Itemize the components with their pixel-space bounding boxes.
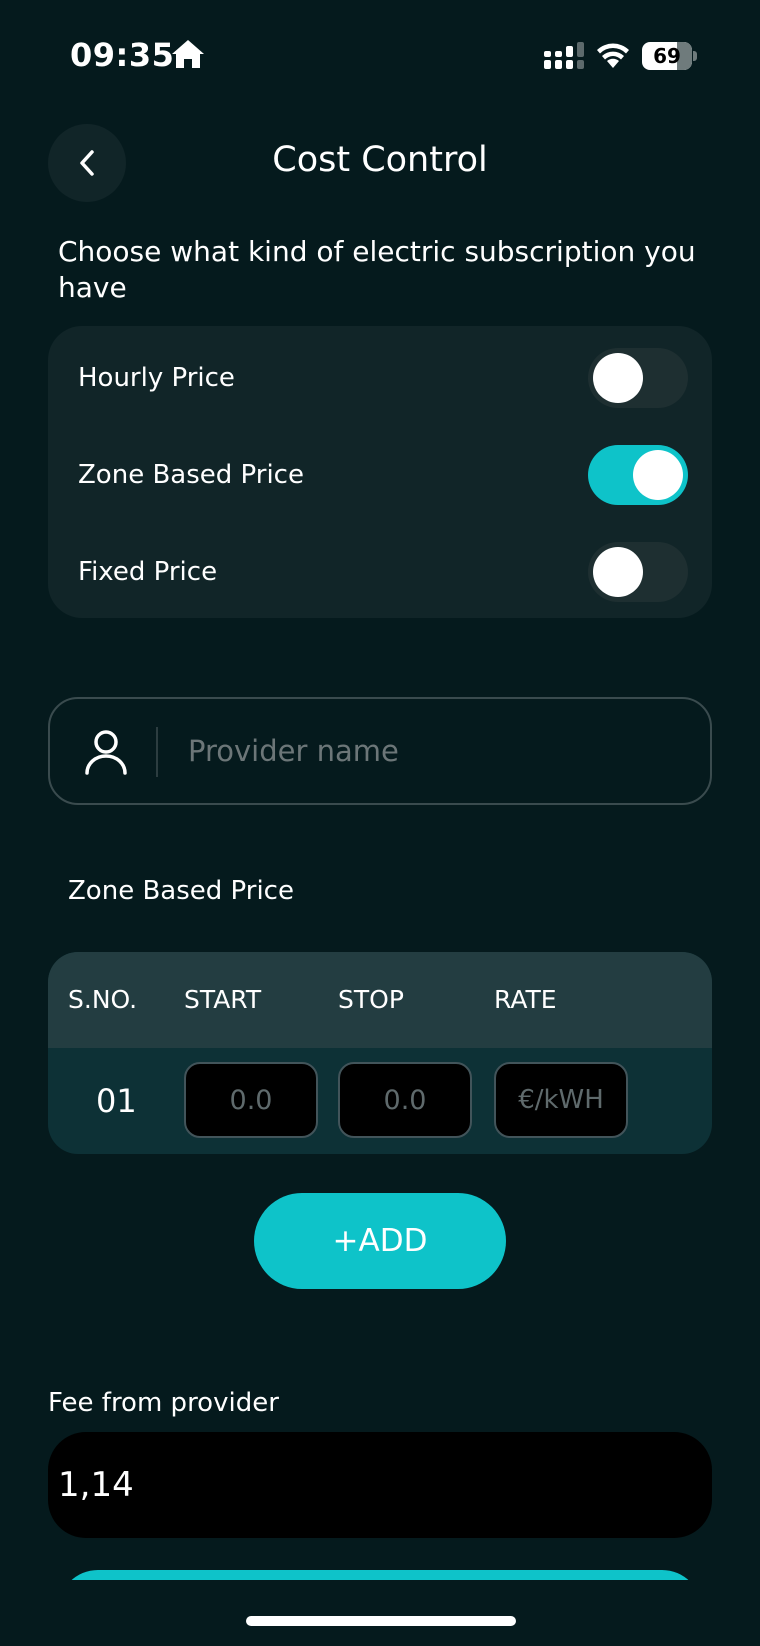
option-fixed-price: Fixed Price xyxy=(48,540,712,604)
hourly-price-toggle[interactable] xyxy=(588,348,688,408)
add-zone-button[interactable]: +ADD xyxy=(254,1193,506,1289)
zone-price-table: S.NO. START STOP RATE 01 xyxy=(48,952,712,1154)
column-header-stop: STOP xyxy=(338,985,404,1014)
option-zone-based-price: Zone Based Price xyxy=(48,443,712,507)
option-hourly-price: Hourly Price xyxy=(48,346,712,410)
provider-name-field[interactable] xyxy=(48,697,712,805)
subscription-prompt: Choose what kind of electric subscriptio… xyxy=(58,235,696,304)
user-icon xyxy=(85,730,127,775)
battery-indicator: 69 xyxy=(642,42,697,70)
start-time-input[interactable] xyxy=(184,1062,318,1138)
option-label: Fixed Price xyxy=(78,557,218,587)
wifi-icon xyxy=(597,43,629,68)
option-label: Hourly Price xyxy=(78,363,235,393)
stop-time-input[interactable] xyxy=(338,1062,472,1138)
fixed-price-toggle[interactable] xyxy=(588,542,688,602)
zone-based-price-toggle[interactable] xyxy=(588,445,688,505)
home-indicator xyxy=(246,1616,516,1626)
battery-level: 69 xyxy=(653,44,681,68)
option-label: Zone Based Price xyxy=(78,460,304,490)
status-time: 09:35 xyxy=(70,36,175,74)
provider-name-input[interactable] xyxy=(188,719,688,783)
status-bar: 09:35 69 xyxy=(0,0,760,110)
column-header-sno: S.NO. xyxy=(68,985,138,1014)
column-header-rate: RATE xyxy=(494,985,557,1014)
zone-based-price-title: Zone Based Price xyxy=(68,876,294,906)
cellular-signal-icon xyxy=(544,42,584,69)
column-header-start: START xyxy=(184,985,262,1014)
home-icon xyxy=(172,40,204,68)
input-divider xyxy=(156,727,158,777)
table-row: 01 xyxy=(48,1048,712,1154)
table-header: S.NO. START STOP RATE xyxy=(48,952,712,1048)
fee-label: Fee from provider xyxy=(48,1388,279,1418)
subscription-options-card: Hourly Price Zone Based Price Fixed Pric… xyxy=(48,326,712,618)
rate-input[interactable] xyxy=(494,1062,628,1138)
page-title: Cost Control xyxy=(272,140,488,180)
bottom-safe-area xyxy=(0,1580,760,1646)
cost-control-screen: 09:35 69 Cost Control Choose what kind o… xyxy=(0,0,760,1646)
fee-input[interactable] xyxy=(48,1432,712,1538)
row-serial-number: 01 xyxy=(96,1082,137,1120)
